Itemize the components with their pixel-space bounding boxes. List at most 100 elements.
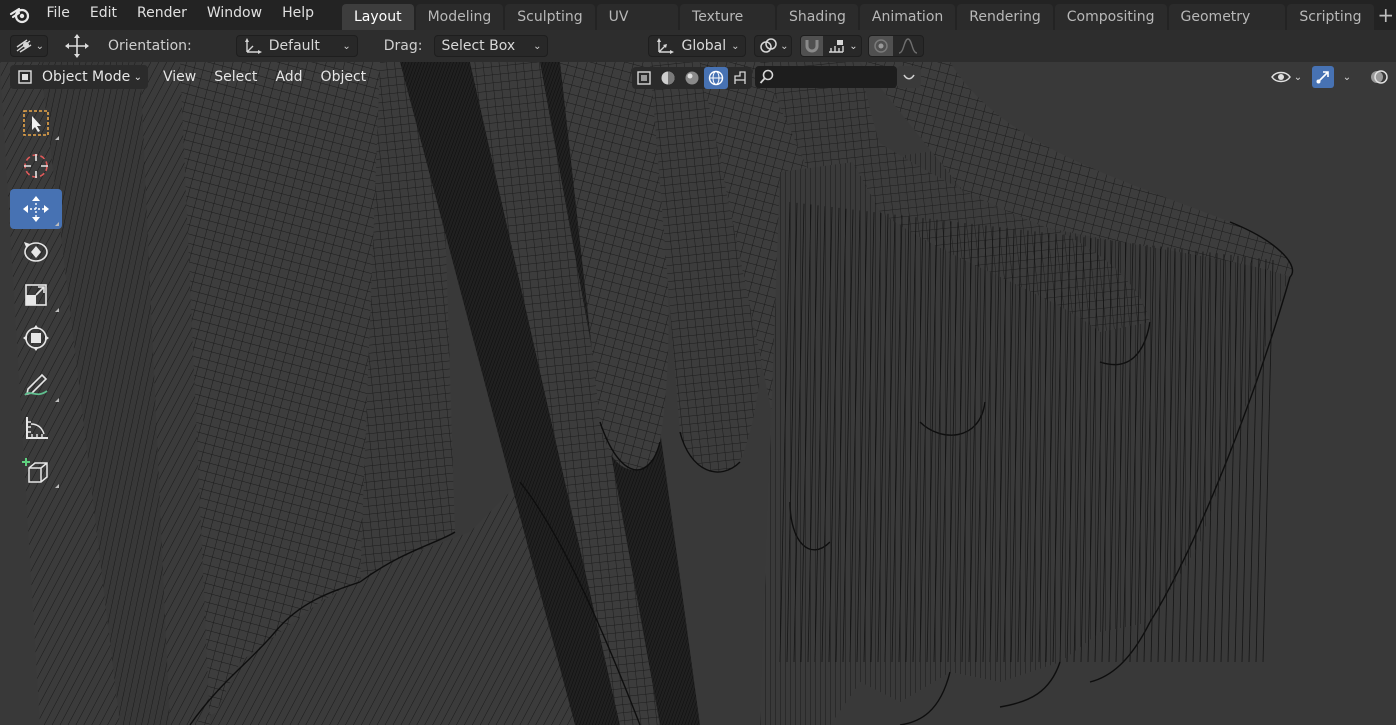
- tab-texture-paint[interactable]: Texture Paint: [680, 4, 776, 51]
- add-cube-icon: [22, 458, 48, 483]
- rotate-icon: [24, 242, 48, 262]
- eye-icon: [1270, 71, 1291, 83]
- tool-transform[interactable]: [10, 318, 62, 358]
- annotate-pencil-icon: [24, 373, 48, 396]
- material-sphere-icon: [685, 71, 699, 85]
- drag-label: Drag:: [383, 38, 423, 54]
- menu-add[interactable]: Add: [266, 65, 311, 89]
- tab-rendering[interactable]: Rendering: [957, 4, 1053, 30]
- menu-file[interactable]: File: [36, 0, 79, 30]
- tool-move[interactable]: [10, 189, 62, 229]
- viewport-editor-icon: [16, 39, 32, 53]
- viewport-search-field[interactable]: [755, 66, 897, 88]
- menu-view[interactable]: View: [154, 65, 205, 89]
- move-variants-corner[interactable]: [55, 222, 59, 226]
- select-box-variants-corner[interactable]: [55, 136, 59, 140]
- orientation-label: Orientation:: [108, 38, 192, 54]
- solid-shading-button[interactable]: [656, 67, 680, 89]
- orientation-dropdown[interactable]: Default ⌄: [235, 35, 358, 57]
- tab-animation[interactable]: Animation: [859, 4, 956, 30]
- scale-variants-corner[interactable]: [55, 308, 59, 312]
- viewport-search-input[interactable]: [779, 68, 893, 86]
- search-icon: [759, 69, 774, 84]
- 3d-viewport[interactable]: [0, 62, 1396, 725]
- orientation-value: Default: [268, 38, 320, 54]
- tool-annotate[interactable]: [10, 365, 62, 405]
- chevron-down-icon: [903, 74, 915, 80]
- tool-select-box[interactable]: [10, 103, 62, 143]
- global-axes-icon: [657, 38, 675, 54]
- tab-geometry-nodes[interactable]: Geometry Nodes: [1168, 4, 1286, 51]
- snap-toggle[interactable]: [801, 36, 824, 56]
- gizmo-arrow-icon: [1316, 71, 1329, 84]
- workspace-tabs: Layout Modeling Sculpting UV Editing Tex…: [342, 0, 1396, 51]
- select-box-icon: [23, 110, 49, 136]
- overlays-button[interactable]: [1366, 66, 1392, 88]
- menu-object[interactable]: Object: [312, 65, 376, 89]
- proportional-edit-group: [868, 35, 925, 57]
- snap-increment-icon: [829, 40, 844, 53]
- snap-target-dropdown[interactable]: ⌄: [823, 36, 861, 56]
- tab-shading[interactable]: Shading: [777, 4, 858, 30]
- snapping-group: ⌄: [800, 35, 863, 57]
- add-cube-variants-corner[interactable]: [55, 484, 59, 488]
- falloff-curve-icon: [899, 38, 918, 54]
- orientation-gizmo-icon: [244, 38, 262, 54]
- blender-logo-icon[interactable]: [8, 0, 32, 30]
- tool-cursor[interactable]: [10, 146, 62, 186]
- transform-orientation-dropdown[interactable]: Global ⌄: [648, 35, 747, 57]
- overlay-chevron-button[interactable]: [897, 66, 921, 88]
- falloff-dropdown[interactable]: [893, 36, 923, 56]
- editor-type-dropdown[interactable]: ⌄: [10, 35, 48, 57]
- shading-options-button[interactable]: [728, 67, 752, 89]
- material-preview-button[interactable]: [680, 67, 704, 89]
- shading-options-icon: [734, 71, 746, 84]
- wireframe-shading-button[interactable]: [632, 67, 656, 89]
- tool-settings-header: ⌄ Orientation: Default ⌄ Drag: Select Bo…: [0, 30, 1396, 62]
- menu-window[interactable]: Window: [197, 0, 272, 30]
- scale-icon: [25, 284, 47, 306]
- tab-sculpting[interactable]: Sculpting: [505, 4, 595, 30]
- solid-sphere-icon: [661, 71, 675, 85]
- tool-scale[interactable]: [10, 275, 62, 315]
- object-mode-icon: [18, 70, 32, 84]
- drag-value: Select Box: [441, 38, 516, 54]
- menu-help[interactable]: Help: [272, 0, 324, 30]
- object-mode-dropdown[interactable]: Object Mode ⌄: [10, 65, 148, 89]
- drag-dropdown[interactable]: Select Box ⌄: [434, 35, 549, 57]
- magnet-icon: [805, 40, 819, 53]
- proportional-edit-toggle[interactable]: [869, 36, 894, 56]
- wireframe-scene[interactable]: [0, 62, 1396, 725]
- tab-compositing[interactable]: Compositing: [1054, 4, 1167, 30]
- menu-edit[interactable]: Edit: [80, 0, 127, 30]
- tab-scripting[interactable]: Scripting: [1287, 4, 1374, 30]
- transform-icon: [23, 325, 49, 351]
- 3d-cursor-icon: [24, 154, 48, 178]
- tool-rotate[interactable]: [10, 232, 62, 272]
- gizmo-toggle-button[interactable]: [1312, 66, 1334, 88]
- add-workspace-button[interactable]: +: [1376, 3, 1396, 29]
- menu-render[interactable]: Render: [127, 0, 197, 30]
- transform-pivot-icon[interactable]: [62, 34, 92, 58]
- rendered-globe-icon: [708, 70, 724, 86]
- tab-modeling[interactable]: Modeling: [415, 4, 504, 30]
- pivot-point-dropdown[interactable]: ⌄: [754, 35, 793, 57]
- tab-uv-editing[interactable]: UV Editing: [596, 4, 679, 51]
- menu-select[interactable]: Select: [205, 65, 266, 89]
- rendered-shading-button[interactable]: [704, 67, 728, 89]
- tab-layout[interactable]: Layout: [342, 4, 414, 30]
- proportional-edit-icon: [874, 39, 889, 53]
- move-arrows-icon: [23, 196, 49, 222]
- overlays-icon: [1371, 70, 1388, 84]
- pivot-point-icon: [760, 38, 778, 53]
- gizmo-dropdown[interactable]: ⌄: [1336, 66, 1358, 88]
- tool-measure[interactable]: [10, 408, 62, 448]
- wireframe-icon: [637, 71, 651, 85]
- top-bar: File Edit Render Window Help Layout Mode…: [0, 0, 1396, 51]
- tool-add-cube[interactable]: [10, 451, 62, 491]
- object-mode-label: Object Mode: [42, 69, 131, 85]
- shading-mode-group: [632, 67, 752, 89]
- annotate-variants-corner[interactable]: [55, 398, 59, 402]
- visibility-dropdown[interactable]: ⌄: [1266, 66, 1306, 88]
- transform-orientation-value: Global: [681, 38, 727, 54]
